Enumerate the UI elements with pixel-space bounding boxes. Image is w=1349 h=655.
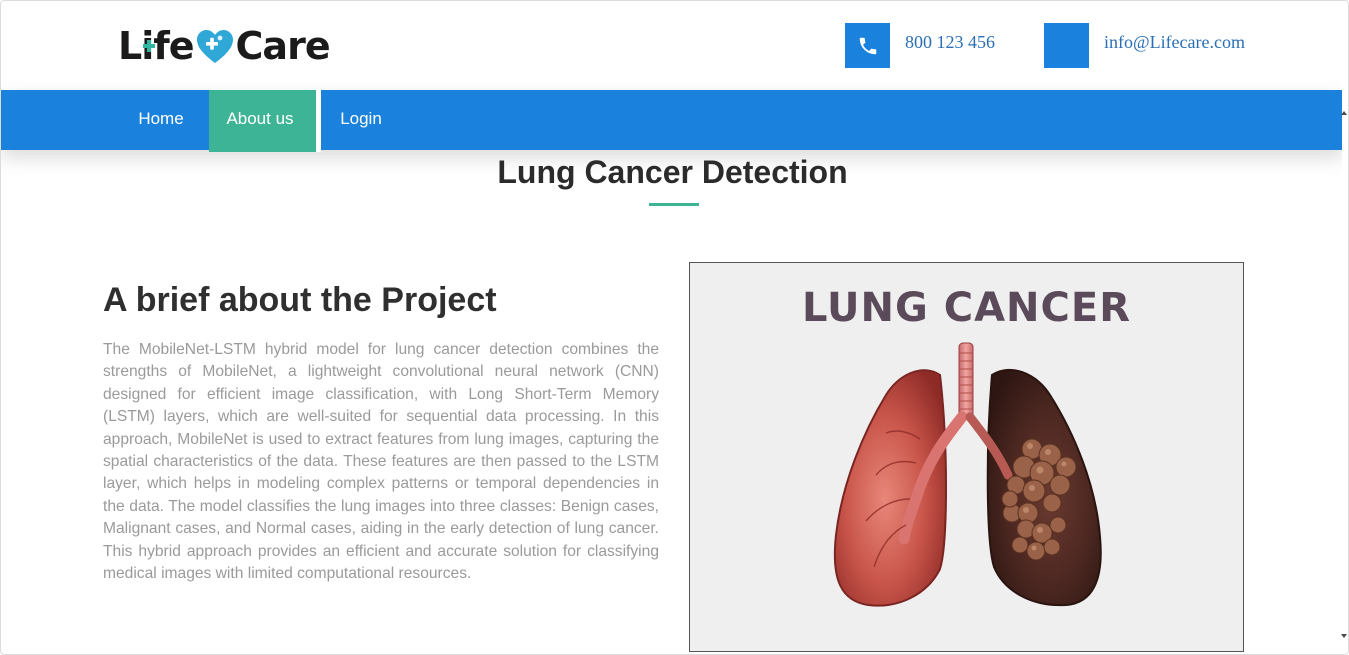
phone-icon-box[interactable] xyxy=(845,23,890,68)
left-lung xyxy=(833,369,947,607)
lifecare-logo[interactable]: Life Care xyxy=(118,23,331,69)
vertical-scrollbar[interactable] xyxy=(1341,1,1348,654)
scroll-up-arrow-icon[interactable] xyxy=(1341,111,1347,115)
nav-about-us[interactable]: About us xyxy=(209,90,321,152)
logo-text-care: Care xyxy=(235,24,331,68)
project-description: The MobileNet-LSTM hybrid model for lung… xyxy=(103,341,659,583)
heart-plus-icon xyxy=(195,28,235,66)
title-underline xyxy=(649,203,699,206)
nav-login[interactable]: Login xyxy=(321,90,401,150)
email-icon-box[interactable] xyxy=(1044,23,1089,68)
contact-phone: 800 123 456 xyxy=(845,23,995,68)
logo-plus-mark xyxy=(142,18,156,52)
phone-icon xyxy=(859,37,876,54)
section-heading: A brief about the Project xyxy=(103,281,497,319)
email-address[interactable]: info@Lifecare.com xyxy=(1104,32,1245,53)
phone-number[interactable]: 800 123 456 xyxy=(905,32,995,53)
trachea xyxy=(958,342,974,420)
main-navigation: Home About us Login xyxy=(1,90,1344,152)
contact-email: info@Lifecare.com xyxy=(1044,23,1245,68)
lungs-graphic xyxy=(833,342,1102,607)
scroll-down-arrow-icon[interactable] xyxy=(1341,634,1347,638)
nav-home[interactable]: Home xyxy=(118,90,204,150)
top-header: Life Care 800 123 456 info@Lifecare.com xyxy=(1,1,1344,90)
lung-cancer-illustration: LUNG CANCER xyxy=(689,262,1244,652)
page-title: Lung Cancer Detection xyxy=(497,154,848,190)
browser-page: Life Care 800 123 456 info@Lifecare.com … xyxy=(0,0,1349,655)
